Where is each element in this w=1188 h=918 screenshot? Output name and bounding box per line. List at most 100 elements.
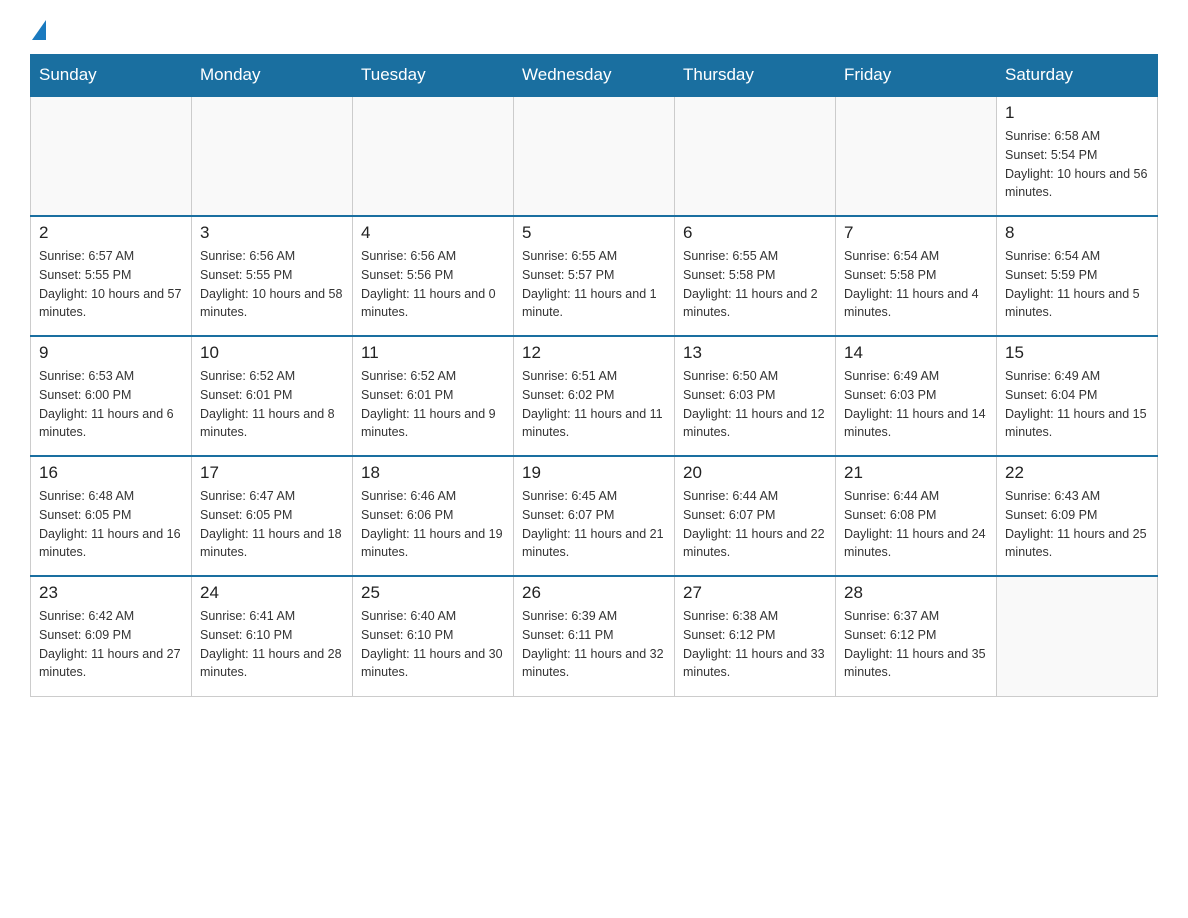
calendar-cell xyxy=(353,96,514,216)
day-number: 20 xyxy=(683,463,827,483)
day-of-week-header: Wednesday xyxy=(514,55,675,97)
logo xyxy=(30,20,46,34)
calendar-cell: 2Sunrise: 6:57 AMSunset: 5:55 PMDaylight… xyxy=(31,216,192,336)
day-info: Sunrise: 6:48 AMSunset: 6:05 PMDaylight:… xyxy=(39,487,183,562)
day-number: 14 xyxy=(844,343,988,363)
day-info: Sunrise: 6:57 AMSunset: 5:55 PMDaylight:… xyxy=(39,247,183,322)
page-header xyxy=(30,20,1158,34)
calendar-cell xyxy=(675,96,836,216)
calendar-cell: 24 Sunrise: 6:41 AMSunset: 6:10 PMDayligh… xyxy=(192,576,353,696)
calendar-cell: 13 Sunrise: 6:50 AMSunset: 6:03 PMDayligh… xyxy=(675,336,836,456)
day-info: Sunrise: 6:38 AMSunset: 6:12 PMDaylight:… xyxy=(683,607,827,682)
calendar-cell xyxy=(514,96,675,216)
calendar-cell: 26 Sunrise: 6:39 AMSunset: 6:11 PMDayligh… xyxy=(514,576,675,696)
calendar-cell xyxy=(997,576,1158,696)
day-info: Sunrise: 6:56 AMSunset: 5:56 PMDaylight:… xyxy=(361,247,505,322)
day-info: Sunrise: 6:40 AMSunset: 6:10 PMDaylight:… xyxy=(361,607,505,682)
week-row: 23 Sunrise: 6:42 AMSunset: 6:09 PMDayligh… xyxy=(31,576,1158,696)
day-info: Sunrise: 6:49 AMSunset: 6:03 PMDaylight:… xyxy=(844,367,988,442)
calendar-cell: 5 Sunrise: 6:55 AMSunset: 5:57 PMDaylight… xyxy=(514,216,675,336)
logo-triangle-icon xyxy=(32,20,46,40)
day-number: 13 xyxy=(683,343,827,363)
day-number: 1 xyxy=(1005,103,1149,123)
day-info: Sunrise: 6:52 AMSunset: 6:01 PMDaylight:… xyxy=(200,367,344,442)
day-number: 7 xyxy=(844,223,988,243)
day-info: Sunrise: 6:45 AMSunset: 6:07 PMDaylight:… xyxy=(522,487,666,562)
day-of-week-header: Friday xyxy=(836,55,997,97)
day-info: Sunrise: 6:42 AMSunset: 6:09 PMDaylight:… xyxy=(39,607,183,682)
week-row: 1 Sunrise: 6:58 AMSunset: 5:54 PMDaylight… xyxy=(31,96,1158,216)
calendar-cell: 6 Sunrise: 6:55 AMSunset: 5:58 PMDaylight… xyxy=(675,216,836,336)
day-number: 28 xyxy=(844,583,988,603)
day-number: 10 xyxy=(200,343,344,363)
day-number: 15 xyxy=(1005,343,1149,363)
day-number: 23 xyxy=(39,583,183,603)
day-number: 6 xyxy=(683,223,827,243)
calendar-cell: 12 Sunrise: 6:51 AMSunset: 6:02 PMDayligh… xyxy=(514,336,675,456)
week-row: 16 Sunrise: 6:48 AMSunset: 6:05 PMDayligh… xyxy=(31,456,1158,576)
day-number: 3 xyxy=(200,223,344,243)
day-info: Sunrise: 6:58 AMSunset: 5:54 PMDaylight:… xyxy=(1005,127,1149,202)
calendar-cell: 27 Sunrise: 6:38 AMSunset: 6:12 PMDayligh… xyxy=(675,576,836,696)
day-info: Sunrise: 6:39 AMSunset: 6:11 PMDaylight:… xyxy=(522,607,666,682)
day-number: 11 xyxy=(361,343,505,363)
day-number: 26 xyxy=(522,583,666,603)
day-info: Sunrise: 6:37 AMSunset: 6:12 PMDaylight:… xyxy=(844,607,988,682)
day-info: Sunrise: 6:53 AMSunset: 6:00 PMDaylight:… xyxy=(39,367,183,442)
day-info: Sunrise: 6:44 AMSunset: 6:08 PMDaylight:… xyxy=(844,487,988,562)
calendar-cell: 11 Sunrise: 6:52 AMSunset: 6:01 PMDayligh… xyxy=(353,336,514,456)
calendar-cell: 17Sunrise: 6:47 AMSunset: 6:05 PMDayligh… xyxy=(192,456,353,576)
calendar-cell: 10 Sunrise: 6:52 AMSunset: 6:01 PMDayligh… xyxy=(192,336,353,456)
day-of-week-header: Thursday xyxy=(675,55,836,97)
day-number: 5 xyxy=(522,223,666,243)
day-number: 18 xyxy=(361,463,505,483)
week-row: 9 Sunrise: 6:53 AMSunset: 6:00 PMDaylight… xyxy=(31,336,1158,456)
day-info: Sunrise: 6:50 AMSunset: 6:03 PMDaylight:… xyxy=(683,367,827,442)
calendar-cell: 1 Sunrise: 6:58 AMSunset: 5:54 PMDaylight… xyxy=(997,96,1158,216)
calendar-cell: 28 Sunrise: 6:37 AMSunset: 6:12 PMDayligh… xyxy=(836,576,997,696)
day-info: Sunrise: 6:41 AMSunset: 6:10 PMDaylight:… xyxy=(200,607,344,682)
day-number: 16 xyxy=(39,463,183,483)
day-number: 22 xyxy=(1005,463,1149,483)
day-number: 25 xyxy=(361,583,505,603)
calendar-cell: 19 Sunrise: 6:45 AMSunset: 6:07 PMDayligh… xyxy=(514,456,675,576)
calendar-cell: 20 Sunrise: 6:44 AMSunset: 6:07 PMDayligh… xyxy=(675,456,836,576)
calendar-cell: 22 Sunrise: 6:43 AMSunset: 6:09 PMDayligh… xyxy=(997,456,1158,576)
day-number: 4 xyxy=(361,223,505,243)
week-row: 2Sunrise: 6:57 AMSunset: 5:55 PMDaylight… xyxy=(31,216,1158,336)
day-info: Sunrise: 6:54 AMSunset: 5:58 PMDaylight:… xyxy=(844,247,988,322)
day-number: 27 xyxy=(683,583,827,603)
day-of-week-header: Monday xyxy=(192,55,353,97)
day-info: Sunrise: 6:55 AMSunset: 5:58 PMDaylight:… xyxy=(683,247,827,322)
day-number: 8 xyxy=(1005,223,1149,243)
day-info: Sunrise: 6:49 AMSunset: 6:04 PMDaylight:… xyxy=(1005,367,1149,442)
calendar-cell: 15 Sunrise: 6:49 AMSunset: 6:04 PMDayligh… xyxy=(997,336,1158,456)
calendar-cell: 18Sunrise: 6:46 AMSunset: 6:06 PMDayligh… xyxy=(353,456,514,576)
day-info: Sunrise: 6:51 AMSunset: 6:02 PMDaylight:… xyxy=(522,367,666,442)
day-info: Sunrise: 6:55 AMSunset: 5:57 PMDaylight:… xyxy=(522,247,666,322)
calendar-cell: 16 Sunrise: 6:48 AMSunset: 6:05 PMDayligh… xyxy=(31,456,192,576)
calendar-cell: 3Sunrise: 6:56 AMSunset: 5:55 PMDaylight… xyxy=(192,216,353,336)
day-of-week-header: Saturday xyxy=(997,55,1158,97)
day-number: 9 xyxy=(39,343,183,363)
day-number: 19 xyxy=(522,463,666,483)
calendar-header-row: SundayMondayTuesdayWednesdayThursdayFrid… xyxy=(31,55,1158,97)
calendar-cell: 25 Sunrise: 6:40 AMSunset: 6:10 PMDayligh… xyxy=(353,576,514,696)
day-info: Sunrise: 6:44 AMSunset: 6:07 PMDaylight:… xyxy=(683,487,827,562)
day-info: Sunrise: 6:52 AMSunset: 6:01 PMDaylight:… xyxy=(361,367,505,442)
day-number: 12 xyxy=(522,343,666,363)
calendar-cell: 14 Sunrise: 6:49 AMSunset: 6:03 PMDayligh… xyxy=(836,336,997,456)
day-info: Sunrise: 6:43 AMSunset: 6:09 PMDaylight:… xyxy=(1005,487,1149,562)
calendar-cell: 9 Sunrise: 6:53 AMSunset: 6:00 PMDaylight… xyxy=(31,336,192,456)
calendar-cell: 23 Sunrise: 6:42 AMSunset: 6:09 PMDayligh… xyxy=(31,576,192,696)
calendar-cell xyxy=(192,96,353,216)
calendar-cell xyxy=(31,96,192,216)
calendar-cell xyxy=(836,96,997,216)
day-info: Sunrise: 6:47 AMSunset: 6:05 PMDaylight:… xyxy=(200,487,344,562)
calendar-cell: 4 Sunrise: 6:56 AMSunset: 5:56 PMDaylight… xyxy=(353,216,514,336)
calendar-cell: 8Sunrise: 6:54 AMSunset: 5:59 PMDaylight… xyxy=(997,216,1158,336)
day-number: 21 xyxy=(844,463,988,483)
day-number: 24 xyxy=(200,583,344,603)
calendar-table: SundayMondayTuesdayWednesdayThursdayFrid… xyxy=(30,54,1158,697)
calendar-cell: 21 Sunrise: 6:44 AMSunset: 6:08 PMDayligh… xyxy=(836,456,997,576)
